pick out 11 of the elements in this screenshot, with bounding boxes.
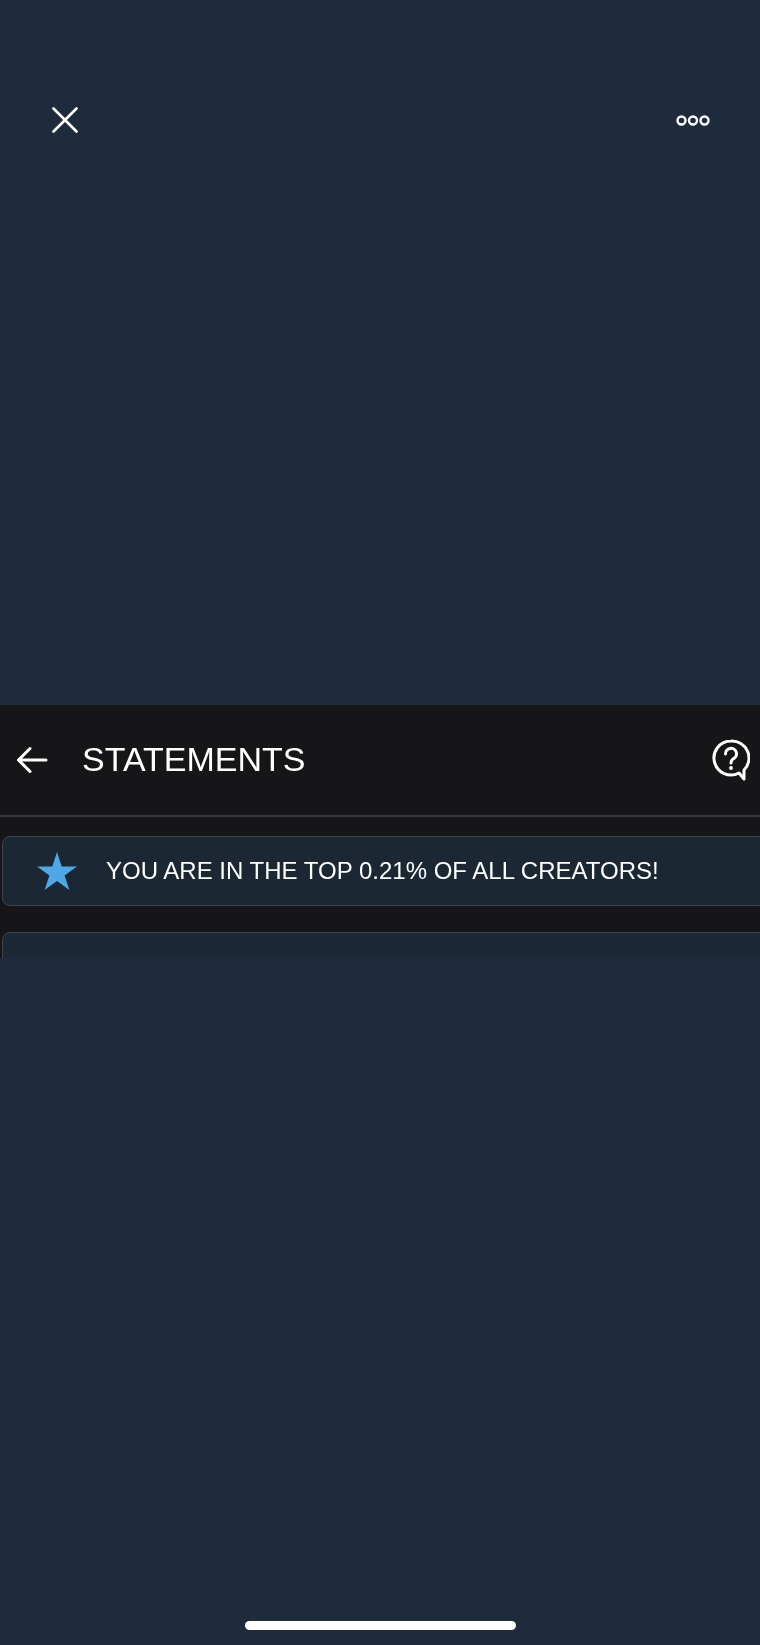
star-icon — [37, 852, 77, 890]
page-title: STATEMENTS — [82, 740, 306, 780]
back-arrow-icon — [16, 746, 48, 774]
back-button[interactable] — [16, 746, 48, 774]
more-icon — [676, 114, 710, 126]
close-button[interactable] — [52, 107, 78, 133]
help-icon — [712, 739, 750, 781]
banner-text: YOU ARE IN THE TOP 0.21% OF ALL CREATORS! — [106, 856, 659, 886]
help-button[interactable] — [712, 739, 750, 781]
more-button[interactable] — [676, 114, 710, 126]
close-icon — [52, 107, 78, 133]
